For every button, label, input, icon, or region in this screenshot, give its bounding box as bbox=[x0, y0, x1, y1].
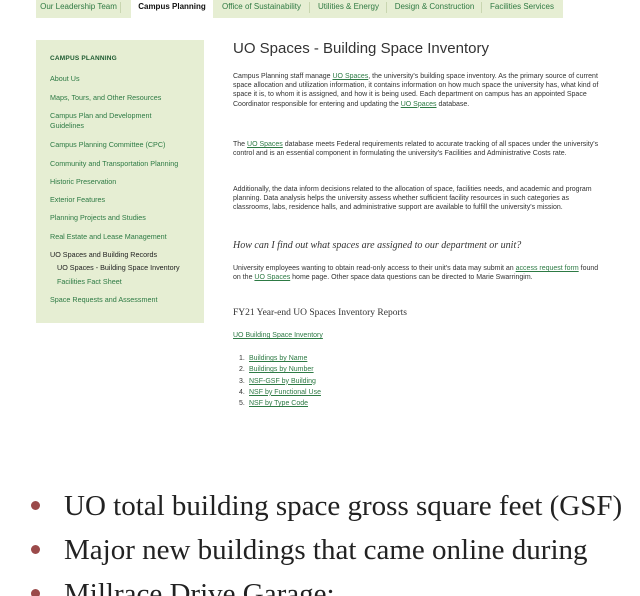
uo-spaces-link[interactable]: UO Spaces bbox=[254, 274, 290, 281]
sidebar-item-community-transportation[interactable]: Community and Transportation Planning bbox=[50, 159, 200, 169]
text: Campus Planning staff manage bbox=[233, 73, 333, 80]
list-number: 3. bbox=[239, 377, 245, 385]
bullet-item: UO total building space gross square fee… bbox=[31, 490, 622, 523]
sidebar-heading[interactable]: CAMPUS PLANNING bbox=[50, 55, 117, 62]
uo-spaces-link[interactable]: UO Spaces bbox=[333, 73, 369, 80]
tab-design-construction[interactable]: Design & Construction bbox=[387, 0, 482, 18]
bullet-dot bbox=[31, 544, 40, 554]
intro-paragraph: Campus Planning staff manage UO Spaces, … bbox=[233, 72, 603, 109]
list-number: 4. bbox=[239, 388, 245, 396]
text: The bbox=[233, 141, 248, 148]
tab-our-leadership-team[interactable]: Our Leadership Team bbox=[36, 0, 121, 18]
sidebar-item-exterior-features[interactable]: Exterior Features bbox=[50, 195, 200, 205]
report-link-nsf-gsf-by-building[interactable]: NSF-GSF by Building bbox=[249, 378, 316, 385]
bullet-item: Major new buildings that came online dur… bbox=[31, 534, 588, 567]
bullet-dot bbox=[31, 500, 40, 510]
top-nav: Our Leadership Team Campus Planning Offi… bbox=[0, 0, 640, 19]
text: database meets Federal requirements rela… bbox=[233, 141, 599, 158]
tab-utilities-energy[interactable]: Utilities & Energy bbox=[310, 0, 387, 18]
report-link-buildings-by-name[interactable]: Buildings by Name bbox=[249, 355, 307, 362]
tab-separator bbox=[120, 2, 121, 13]
sidebar-item-facilities-fact-sheet[interactable]: Facilities Fact Sheet bbox=[57, 277, 207, 287]
bullet-item: Millrace Drive Garage: bbox=[31, 578, 335, 596]
summary-bullets: UO total building space gross square fee… bbox=[0, 486, 640, 596]
list-item: 3. NSF-GSF by Building bbox=[239, 376, 321, 387]
report-link-buildings-by-number[interactable]: Buildings by Number bbox=[249, 366, 314, 373]
sidebar-item-real-estate[interactable]: Real Estate and Lease Management bbox=[50, 232, 200, 242]
reports-list: 1. Buildings by Name 2. Buildings by Numbe… bbox=[239, 353, 321, 409]
sidebar-item-about-us[interactable]: About Us bbox=[50, 74, 200, 84]
federal-paragraph: The UO Spaces database meets Federal req… bbox=[233, 140, 603, 158]
sidebar-item-historic-preservation[interactable]: Historic Preservation bbox=[50, 177, 200, 187]
text: University employees wanting to obtain r… bbox=[233, 265, 516, 272]
tab-label: Office of Sustainability bbox=[221, 2, 301, 11]
tab-campus-planning[interactable]: Campus Planning bbox=[131, 0, 213, 19]
building-space-inventory-link[interactable]: UO Building Space Inventory bbox=[233, 332, 323, 339]
report-link-nsf-by-functional-use[interactable]: NSF by Functional Use bbox=[249, 389, 321, 396]
list-item: 4. NSF by Functional Use bbox=[239, 387, 321, 398]
list-number: 5. bbox=[239, 400, 245, 408]
sidebar-item-cpc[interactable]: Campus Planning Committee (CPC) bbox=[50, 140, 200, 150]
sidebar-item-space-requests[interactable]: Space Requests and Assessment bbox=[50, 295, 200, 305]
tab-label: Campus Planning bbox=[138, 2, 206, 11]
sidebar-item-maps-tours[interactable]: Maps, Tours, and Other Resources bbox=[50, 93, 200, 103]
list-number: 2. bbox=[239, 366, 245, 374]
access-request-form-link[interactable]: access request form bbox=[516, 265, 579, 272]
list-item: 5. NSF by Type Code bbox=[239, 398, 321, 409]
tab-facilities-services[interactable]: Facilities Services bbox=[482, 0, 562, 18]
report-link-nsf-by-type-code[interactable]: NSF by Type Code bbox=[249, 400, 308, 407]
sidebar-item-building-space-inventory[interactable]: UO Spaces - Building Space Inventory bbox=[57, 263, 207, 273]
bullet-dot bbox=[31, 588, 40, 596]
sidebar-item-uo-spaces[interactable]: UO Spaces and Building Records bbox=[50, 250, 200, 260]
sidebar: CAMPUS PLANNING About Us Maps, Tours, an… bbox=[36, 40, 204, 323]
bullet-text: Millrace Drive Garage: bbox=[64, 578, 335, 596]
bullet-text: UO total building space gross square fee… bbox=[64, 490, 623, 522]
uo-spaces-link[interactable]: UO Spaces bbox=[247, 141, 283, 148]
tab-label: Our Leadership Team bbox=[40, 2, 117, 11]
tab-label: Facilities Services bbox=[489, 2, 554, 11]
question-heading: How can I find out what spaces are assig… bbox=[233, 240, 522, 251]
list-item: 2. Buildings by Number bbox=[239, 364, 321, 375]
analysis-paragraph: Additionally, the data inform decisions … bbox=[233, 186, 592, 212]
bullet-text: Major new buildings that came online dur… bbox=[64, 534, 588, 566]
list-number: 1. bbox=[239, 355, 245, 362]
reports-heading: FY21 Year-end UO Spaces Inventory Report… bbox=[233, 308, 407, 318]
sidebar-item-planning-projects[interactable]: Planning Projects and Studies bbox=[50, 213, 200, 223]
tab-label: Utilities & Energy bbox=[318, 2, 379, 11]
tab-label: Design & Construction bbox=[394, 2, 475, 11]
text: database. bbox=[436, 100, 470, 108]
text: home page. Other space data questions ca… bbox=[290, 274, 533, 282]
sidebar-item-campus-plan[interactable]: Campus Plan and Development Guidelines bbox=[50, 111, 180, 131]
list-item: 1. Buildings by Name bbox=[239, 353, 321, 364]
access-paragraph: University employees wanting to obtain r… bbox=[233, 264, 603, 282]
uo-spaces-link[interactable]: UO Spaces bbox=[401, 101, 437, 108]
page-title: UO Spaces - Building Space Inventory bbox=[233, 40, 489, 57]
tab-office-of-sustainability[interactable]: Office of Sustainability bbox=[213, 0, 310, 18]
